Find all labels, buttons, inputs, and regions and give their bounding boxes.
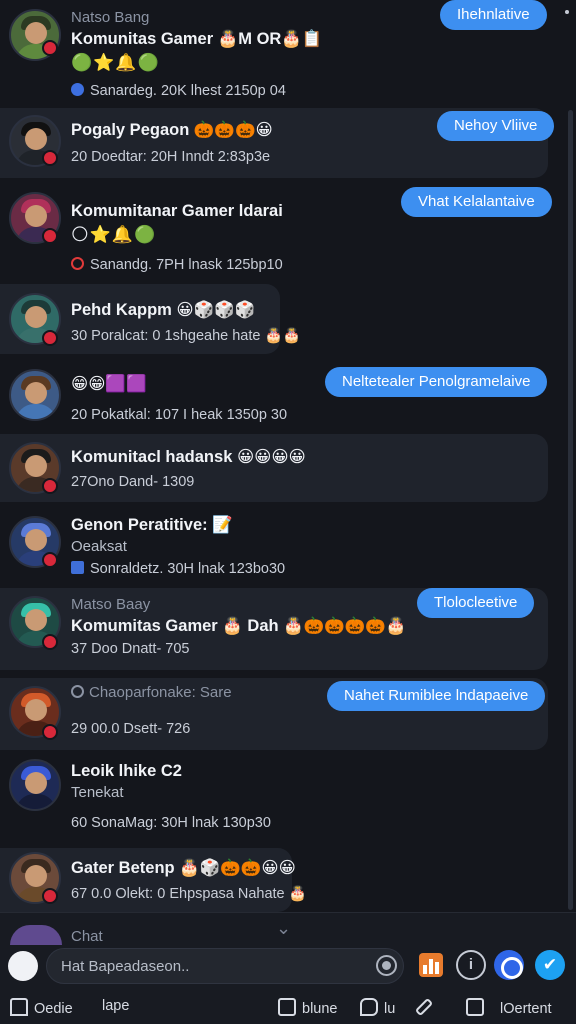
chat-meta-text: 67 0.0 Olekt: 0 Ehpspasa Nahate 🎂 (71, 886, 307, 902)
attach-icon[interactable] (8, 951, 38, 981)
chat-meta-text: 60 SonaMag: 30H lnak 130p30 (71, 815, 271, 831)
check-icon (71, 685, 84, 698)
chat-title: Leoik lhike C2 (71, 762, 182, 780)
message-input-row: i ✔ (0, 944, 576, 988)
stats-icon[interactable] (419, 953, 443, 977)
chat-item[interactable]: Chaoparfonake: Sare 29 00.0 Dsett- 726 N… (0, 678, 566, 750)
chat-emoji-row: 🌕⭐🔔🟢 (71, 225, 157, 244)
info-button[interactable]: i (456, 950, 486, 980)
bird-icon[interactable]: ✔ (535, 950, 565, 980)
chat-screen: Natso Bang Komunitas Gamer 🎂M OR🎂📋 🟢⭐🔔🟢 … (0, 0, 576, 1024)
pencil-icon (414, 997, 434, 1017)
window-icon (278, 998, 296, 1016)
bottom-nav: Oedie lape blune lu lOertent (0, 994, 576, 1024)
chat-title: Genon Peratitive: 📝 (71, 516, 233, 534)
chat-title: Komumitanar Gamer ldarai (71, 202, 283, 220)
chevron-down-icon[interactable]: ⌄ (276, 918, 291, 939)
chat-item[interactable]: 😁😁🟪🟪 20 Pokatkal: 107 I heak 1350p 30 Ne… (0, 362, 566, 432)
chat-title: Pehd Kappm 😀🎲🎲🎲 (71, 301, 256, 319)
chat-sender-text: Chaoparfonake: Sare (89, 684, 232, 701)
chat-sender: Chaoparfonake: Sare (71, 684, 232, 701)
nav-item-blune[interactable]: blune (278, 998, 337, 1017)
checkbox-icon (466, 998, 484, 1016)
nav-item-edit[interactable] (414, 997, 434, 1017)
chat-item[interactable]: Genon Peratitive: 📝 Oeaksat Sonraldetz. … (0, 508, 566, 588)
chat-item[interactable]: Matso Baay Komumitas Gamer 🎂 Dah 🎂🎃🎃🎃🎃🎂 … (0, 588, 566, 670)
chat-title: Chat (71, 928, 103, 945)
chat-title: Komumitas Gamer 🎂 Dah 🎂🎃🎃🎃🎃🎂 (71, 617, 407, 635)
status-badge-icon (42, 330, 58, 346)
nav-item-content[interactable]: lOertent (466, 998, 552, 1017)
home-icon (10, 998, 28, 1016)
chat-meta-text: 20 Pokatkal: 107 I heak 1350p 30 (71, 407, 288, 423)
chat-item[interactable]: Pogaly Pegaon 🎃🎃🎃😀 20 Doedtar: 20H Inndt… (0, 108, 566, 178)
chat-action-button[interactable]: Vhat Kelalantaive (401, 187, 552, 217)
chat-title: Gater Betenp 🎂🎲🎃🎃😀😀 (71, 859, 296, 877)
status-badge-icon (42, 228, 58, 244)
nav-item-chat[interactable]: lu (360, 998, 395, 1017)
chat-meta: Sonraldetz. 30H lnak 123bo30 (71, 561, 285, 577)
record-icon (71, 257, 84, 270)
chat-meta-text: 20 Doedtar: 20H Inndt 2:83p3e (71, 149, 271, 165)
avatar (9, 369, 61, 421)
status-badge-icon (42, 478, 58, 494)
chat-subtitle: Oeaksat (71, 538, 127, 555)
chat-action-button[interactable]: Nahet Rumiblee lndapaeive (327, 681, 546, 711)
chat-action-button[interactable]: Neltetealer Penolgramelaive (325, 367, 548, 397)
status-badge-icon (42, 552, 58, 568)
chat-meta-text: Sanardeg. 20K lhest 2150p 04 (90, 83, 286, 99)
chat-action-button[interactable]: Tlolocleetive (417, 588, 535, 618)
chat-action-button[interactable]: Nehoy Vliive (437, 111, 555, 141)
chat-meta-text: 29 00.0 Dsett- 726 (71, 721, 191, 737)
scrollbar[interactable] (568, 110, 573, 910)
chat-meta: Sanandg. 7PH lnask 125bp10 (71, 257, 283, 273)
camera-icon[interactable] (376, 955, 397, 976)
chat-subtitle: Tenekat (71, 784, 124, 801)
chat-title: Komunitacl hadansk 😀😀😀😀 (71, 448, 306, 466)
chat-item[interactable]: Komunitacl hadansk 😀😀😀😀 27Ono Dand- 1309 (0, 434, 566, 502)
nav-label: lu (384, 1001, 396, 1017)
image-icon (71, 561, 84, 574)
status-badge-icon (42, 634, 58, 650)
chat-list[interactable]: Natso Bang Komunitas Gamer 🎂M OR🎂📋 🟢⭐🔔🟢 … (0, 0, 576, 912)
chat-item[interactable]: Komumitanar Gamer ldarai 🌕⭐🔔🟢 Sanandg. 7… (0, 180, 566, 280)
avatar (9, 759, 61, 811)
chat-emoji-row: 🟢⭐🔔🟢 (71, 53, 160, 72)
chat-meta-text: 30 Poralcat: 0 1shgeahe hate 🎂🎂 (71, 328, 301, 344)
chat-action-button[interactable]: Ihehnlative (440, 0, 547, 30)
shield-icon[interactable] (494, 950, 524, 980)
nav-item-home[interactable]: Oedie (10, 998, 73, 1017)
chat-item[interactable]: Leoik lhike C2 Tenekat 60 SonaMag: 30H l… (0, 754, 566, 840)
nav-label: Oedie (34, 1001, 73, 1017)
chat-meta-text: Sanandg. 7PH lnask 125bp10 (90, 257, 283, 273)
chat-meta-text: Sonraldetz. 30H lnak 123bo30 (90, 561, 286, 577)
chat-meta: Sanardeg. 20K lhest 2150p 04 (71, 83, 286, 99)
chat-title: 😁😁🟪🟪 (71, 375, 147, 393)
chat-item[interactable]: Gater Betenp 🎂🎲🎃🎃😀😀 67 0.0 Olekt: 0 Ehps… (0, 848, 566, 912)
nav-label: blune (302, 1001, 338, 1017)
chat-sender: Natso Bang (71, 9, 150, 26)
chat-item[interactable]: Natso Bang Komunitas Gamer 🎂M OR🎂📋 🟢⭐🔔🟢 … (0, 0, 566, 106)
chat-sender: Matso Baay (71, 596, 151, 613)
chat-meta-text: 37 Doo Dnatt- 705 (71, 641, 190, 657)
status-badge-icon (42, 40, 58, 56)
chat-item[interactable]: Pehd Kappm 😀🎲🎲🎲 30 Poralcat: 0 1shgeahe … (0, 284, 566, 354)
nav-label: lOertent (500, 1001, 552, 1017)
status-badge-icon (42, 150, 58, 166)
chat-title: Pogaly Pegaon 🎃🎃🎃😀 (71, 121, 273, 139)
status-badge-icon (42, 724, 58, 740)
nav-item-lape[interactable]: lape (102, 998, 129, 1014)
chat-title: Komunitas Gamer 🎂M OR🎂📋 (71, 30, 323, 48)
message-input[interactable] (46, 948, 404, 984)
chat-bubble-icon (360, 998, 378, 1016)
status-badge-icon (42, 888, 58, 904)
globe-icon (71, 83, 84, 96)
chat-meta-text: 27Ono Dand- 1309 (71, 474, 195, 490)
